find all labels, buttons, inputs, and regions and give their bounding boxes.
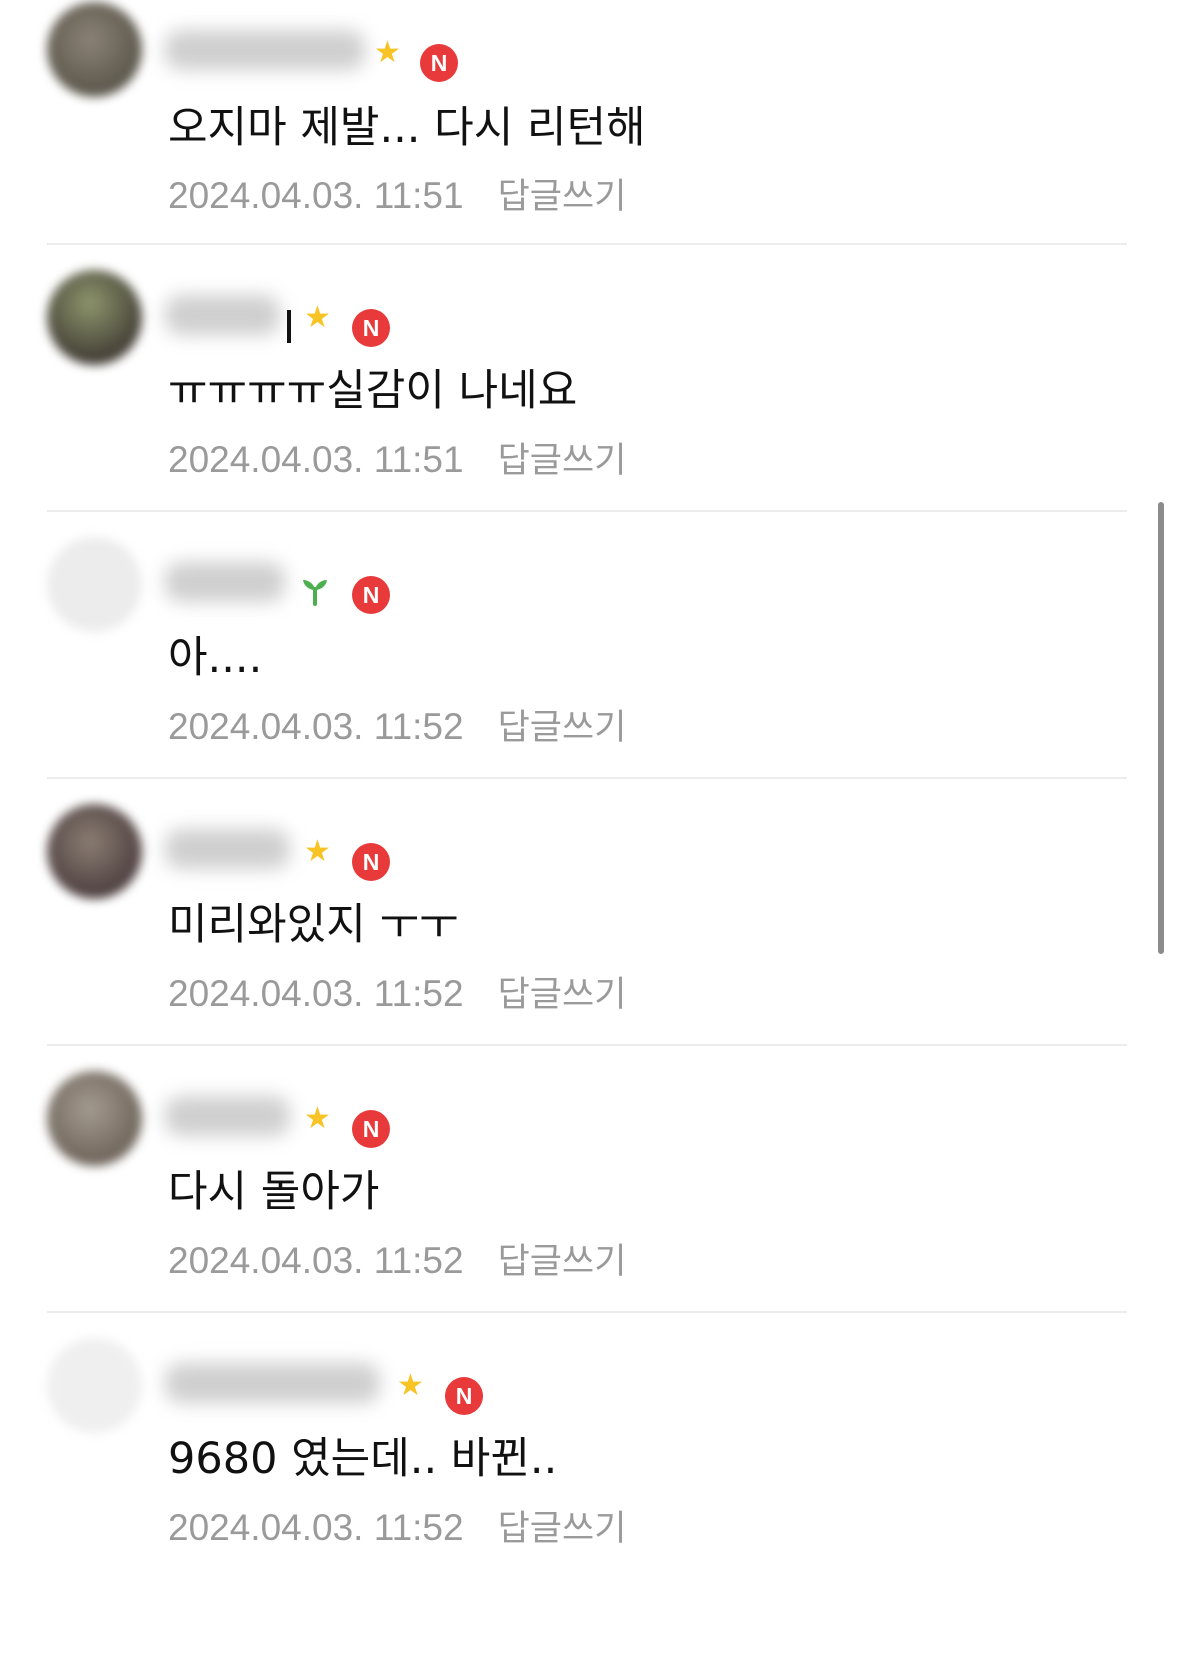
comment-item: ★ N 오지마 제발... 다시 리턴해 2024.04.03. 11:51 답글… <box>0 0 1179 245</box>
avatar[interactable] <box>47 2 142 97</box>
new-badge: N <box>352 309 390 347</box>
star-icon: ★ <box>304 1101 331 1136</box>
comment-timestamp: 2024.04.03. 11:52 <box>168 1507 464 1548</box>
author-name-blurred[interactable] <box>165 30 365 70</box>
comment-text: 아.... <box>168 633 263 683</box>
author-name-blurred[interactable] <box>165 1096 290 1136</box>
author-name-blurred[interactable] <box>165 829 290 869</box>
comment-meta: 2024.04.03. 11:52 답글쓰기 <box>168 1506 626 1551</box>
comment-timestamp: 2024.04.03. 11:52 <box>168 1240 464 1281</box>
comment-text: 오지마 제발... 다시 리턴해 <box>168 103 646 153</box>
author-name-blurred[interactable] <box>165 1363 380 1403</box>
text-cursor <box>287 310 291 343</box>
avatar[interactable] <box>47 804 142 899</box>
comment-timestamp: 2024.04.03. 11:52 <box>168 973 464 1014</box>
comment-item: N 아.... 2024.04.03. 11:52 답글쓰기 <box>0 512 1179 779</box>
star-icon: ★ <box>304 300 331 335</box>
new-badge: N <box>420 44 458 82</box>
reply-button[interactable]: 답글쓰기 <box>498 1242 627 1282</box>
sprout-icon <box>303 580 327 606</box>
reply-button[interactable]: 답글쓰기 <box>498 441 627 481</box>
comment-meta: 2024.04.03. 11:52 답글쓰기 <box>168 1239 626 1284</box>
comment-text: ㅠㅠㅠㅠ실감이 나네요 <box>168 366 578 416</box>
new-badge: N <box>352 576 390 614</box>
comment-item: ★ N ㅠㅠㅠㅠ실감이 나네요 2024.04.03. 11:51 답글쓰기 <box>0 245 1179 512</box>
reply-button[interactable]: 답글쓰기 <box>498 1509 627 1549</box>
comment-item: ★ N 미리와있지 ㅜㅜ 2024.04.03. 11:52 답글쓰기 <box>0 779 1179 1046</box>
comment-meta: 2024.04.03. 11:52 답글쓰기 <box>168 972 626 1017</box>
vertical-scrollbar[interactable] <box>1158 502 1164 954</box>
comment-meta: 2024.04.03. 11:51 답글쓰기 <box>168 174 626 219</box>
star-icon: ★ <box>304 834 331 869</box>
comment-meta: 2024.04.03. 11:52 답글쓰기 <box>168 705 626 750</box>
author-name-blurred[interactable] <box>165 295 280 335</box>
comment-text: 미리와있지 ㅜㅜ <box>168 900 459 950</box>
star-icon: ★ <box>374 35 401 70</box>
comment-list: ★ N 오지마 제발... 다시 리턴해 2024.04.03. 11:51 답글… <box>0 0 1179 1613</box>
reply-button[interactable]: 답글쓰기 <box>498 975 627 1015</box>
reply-button[interactable]: 답글쓰기 <box>498 177 627 217</box>
comment-item: ★ N 9680 였는데.. 바뀐.. 2024.04.03. 11:52 답글쓰… <box>0 1313 1179 1613</box>
comment-timestamp: 2024.04.03. 11:51 <box>168 175 464 216</box>
author-name-blurred[interactable] <box>165 562 285 602</box>
comment-timestamp: 2024.04.03. 11:51 <box>168 439 464 480</box>
avatar[interactable] <box>47 537 142 632</box>
comment-text: 다시 돌아가 <box>168 1167 380 1217</box>
new-badge: N <box>445 1377 483 1415</box>
new-badge: N <box>352 843 390 881</box>
avatar[interactable] <box>47 1338 142 1433</box>
star-icon: ★ <box>397 1368 424 1403</box>
reply-button[interactable]: 답글쓰기 <box>498 708 627 748</box>
comment-timestamp: 2024.04.03. 11:52 <box>168 706 464 747</box>
comment-item: ★ N 다시 돌아가 2024.04.03. 11:52 답글쓰기 <box>0 1046 1179 1313</box>
new-badge: N <box>352 1110 390 1148</box>
avatar[interactable] <box>47 270 142 365</box>
comment-text: 9680 였는데.. 바뀐.. <box>168 1434 558 1484</box>
comment-meta: 2024.04.03. 11:51 답글쓰기 <box>168 438 626 483</box>
avatar[interactable] <box>47 1071 142 1166</box>
